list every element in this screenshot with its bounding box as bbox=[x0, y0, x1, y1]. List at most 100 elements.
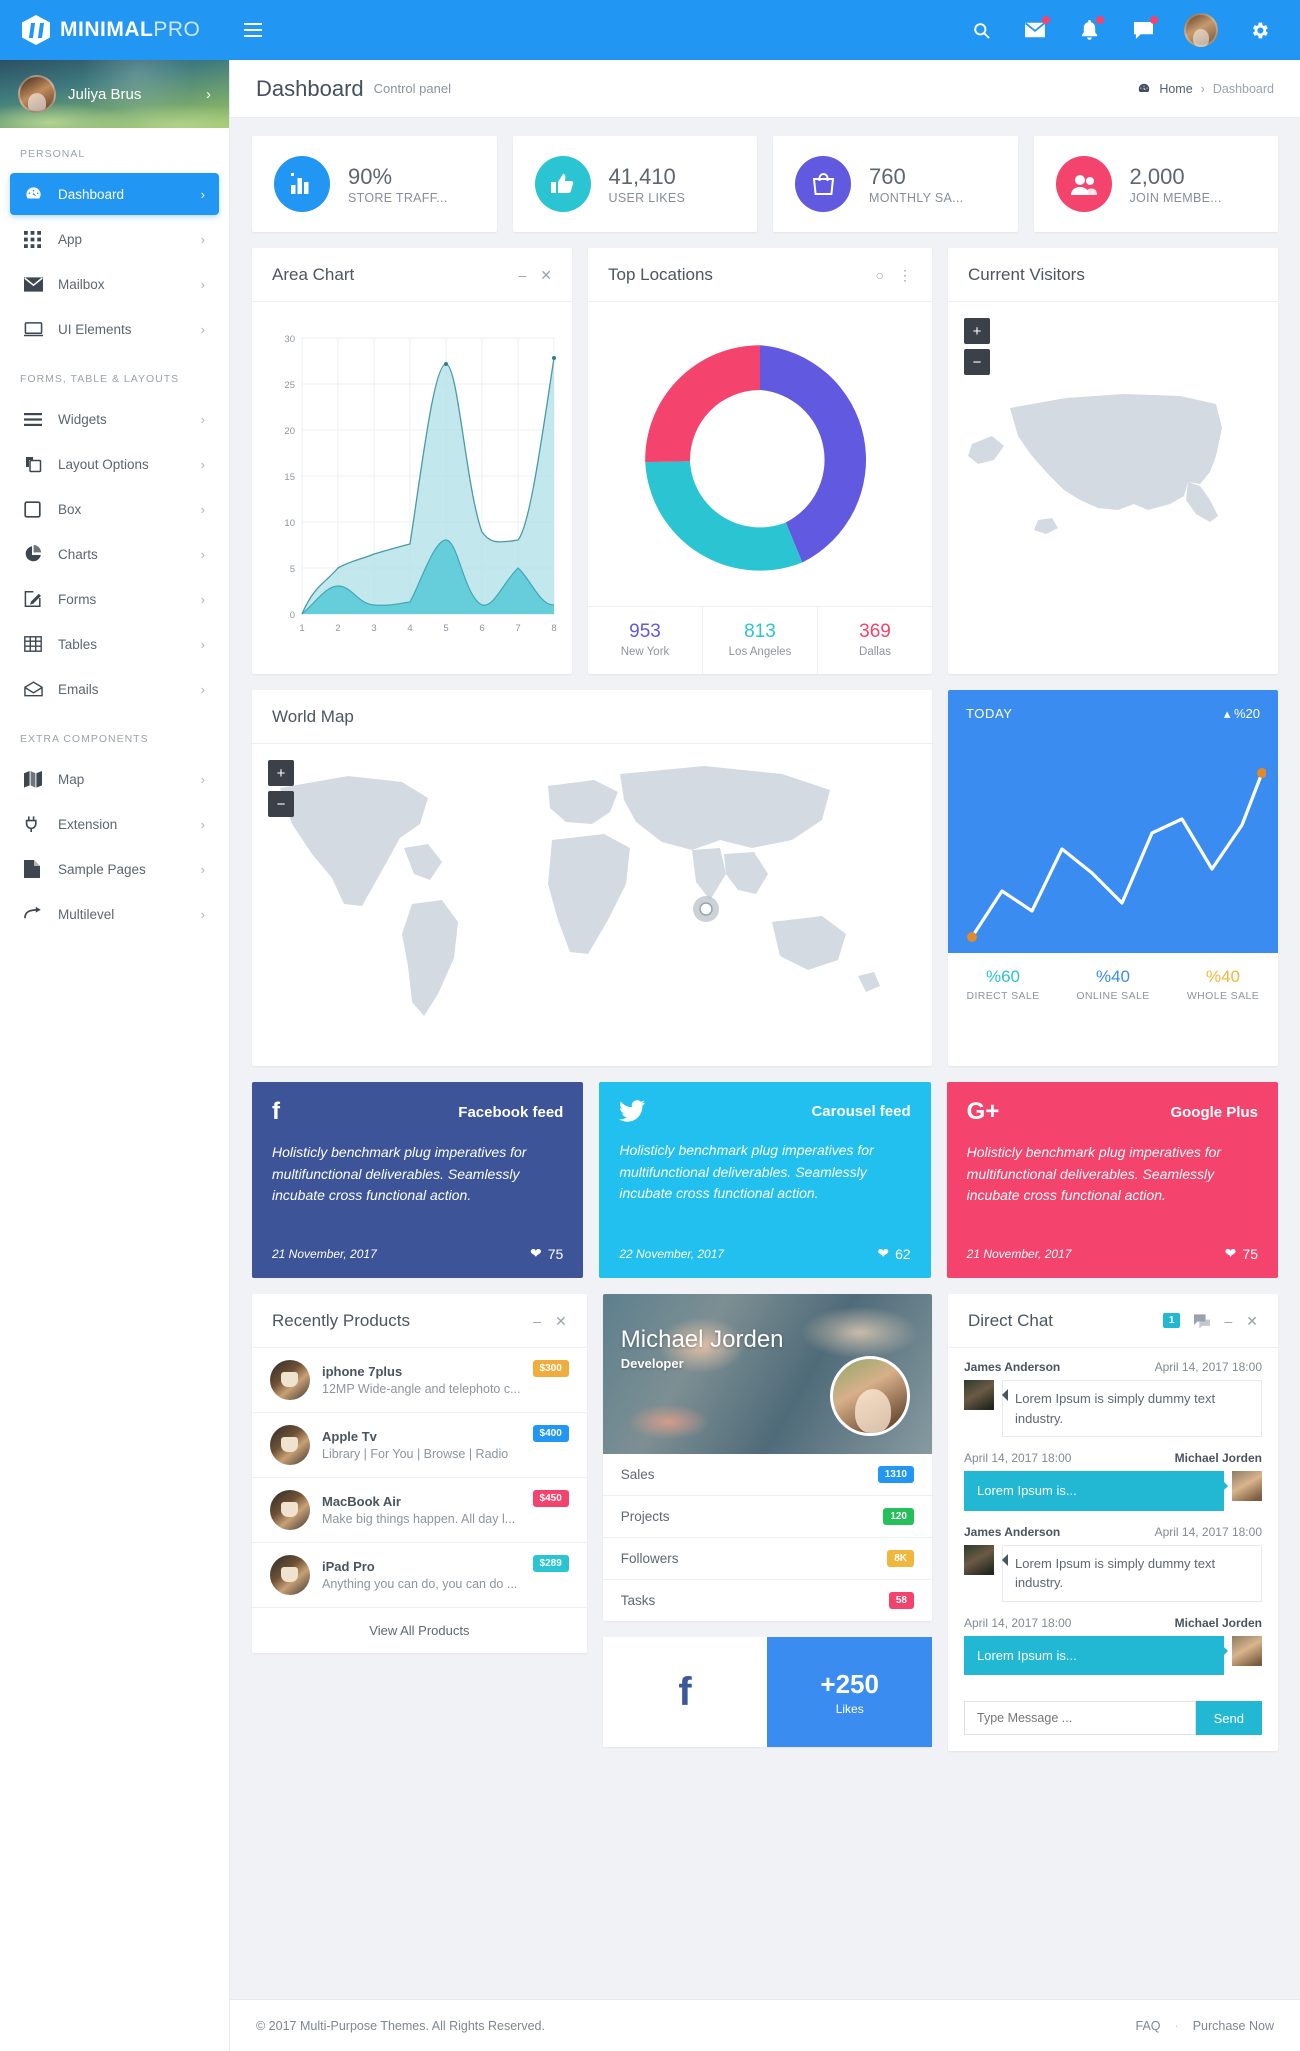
card-title: Carousel feed bbox=[811, 1102, 911, 1120]
sidebar-item-dashboard[interactable]: Dashboard › bbox=[10, 173, 219, 215]
infobox-row: 90% STORE TRAFF... 41,410 USER LIKES 760… bbox=[252, 136, 1278, 232]
topbar-actions bbox=[968, 13, 1300, 47]
chats-icon[interactable] bbox=[1194, 1313, 1211, 1328]
footer-link-faq[interactable]: FAQ bbox=[1136, 2019, 1161, 2033]
sidebar-item-widgets[interactable]: Widgets › bbox=[10, 398, 219, 440]
message-bubble: Lorem Ipsum is simply dummy text industr… bbox=[1002, 1380, 1262, 1437]
chat-message-outgoing: April 14, 2017 18:00 Michael Jorden Lore… bbox=[964, 1616, 1262, 1675]
world-map-svg[interactable] bbox=[252, 744, 912, 1054]
sidebar-item-forms[interactable]: Forms › bbox=[10, 578, 219, 620]
svg-text:4: 4 bbox=[407, 623, 412, 634]
zoom-in-button[interactable]: + bbox=[268, 760, 294, 786]
chat-message-input[interactable] bbox=[964, 1701, 1196, 1735]
sidebar-item-app[interactable]: App › bbox=[10, 218, 219, 260]
product-desc: Library | For You | Browse | Radio bbox=[322, 1447, 509, 1461]
avatar[interactable] bbox=[1184, 13, 1218, 47]
zoom-in-button[interactable]: + bbox=[964, 318, 990, 344]
card-title: World Map bbox=[272, 706, 354, 726]
sidebar-item-emails[interactable]: Emails › bbox=[10, 668, 219, 710]
mail-icon[interactable] bbox=[1022, 16, 1050, 43]
donut-chart-wrap bbox=[588, 302, 932, 606]
message-row: Lorem Ipsum is... bbox=[964, 1471, 1262, 1511]
sidebar-user-panel[interactable]: Juliya Brus › bbox=[0, 60, 229, 128]
breadcrumb: Home › Dashboard bbox=[1137, 82, 1274, 96]
product-thumbnail bbox=[270, 1425, 310, 1465]
svg-text:3: 3 bbox=[371, 623, 376, 634]
infobox-store-traffic[interactable]: 90% STORE TRAFF... bbox=[252, 136, 497, 232]
card-header: World Map bbox=[252, 690, 932, 744]
card-title: Area Chart bbox=[272, 264, 355, 284]
top-locations-card: Top Locations ○ ⋮ 953 New York 813 Los A… bbox=[588, 248, 932, 674]
sidebar-item-layout-options[interactable]: Layout Options › bbox=[10, 443, 219, 485]
sidebar-item-label: Emails bbox=[58, 681, 99, 697]
close-button[interactable]: ✕ bbox=[1246, 1314, 1258, 1328]
view-all-products-button[interactable]: View All Products bbox=[252, 1608, 587, 1653]
infobox-monthly-sales[interactable]: 760 MONTHLY SA... bbox=[773, 136, 1018, 232]
svg-text:1: 1 bbox=[299, 623, 304, 634]
sidebar-item-extension[interactable]: Extension › bbox=[10, 803, 219, 845]
sidebar-item-label: Box bbox=[58, 501, 82, 517]
more-menu-icon[interactable]: ⋮ bbox=[898, 268, 912, 282]
sidebar-item-map[interactable]: Map › bbox=[10, 758, 219, 800]
svg-text:8: 8 bbox=[551, 623, 556, 634]
breadcrumb-current: Dashboard bbox=[1212, 81, 1274, 96]
sidebar-item-ui-elements[interactable]: UI Elements › bbox=[10, 308, 219, 350]
direct-chat-card: Direct Chat 1 – ✕ James Anderson April 1… bbox=[948, 1294, 1278, 1751]
feed-likes[interactable]: ❤ 62 bbox=[877, 1245, 910, 1262]
list-item[interactable]: MacBook Air Make big things happen. All … bbox=[252, 1478, 587, 1543]
infobox-value: 760 bbox=[869, 164, 906, 190]
sidebar-item-multilevel[interactable]: Multilevel › bbox=[10, 893, 219, 935]
bell-icon[interactable] bbox=[1076, 16, 1104, 43]
brand-logo-area[interactable]: MINIMALPRO bbox=[0, 0, 230, 60]
stat-label: Projects bbox=[620, 1509, 670, 1524]
send-button[interactable]: Send bbox=[1195, 1701, 1262, 1735]
gear-icon[interactable] bbox=[1246, 17, 1272, 43]
zoom-out-button[interactable]: − bbox=[964, 349, 990, 375]
chevron-right-icon: › bbox=[200, 861, 205, 877]
chat-messages: James Anderson April 14, 2017 18:00 Lore… bbox=[948, 1348, 1278, 1675]
card-tools: – ✕ bbox=[518, 268, 552, 282]
sidebar-item-label: Dashboard bbox=[58, 186, 125, 202]
search-icon[interactable] bbox=[968, 17, 994, 43]
infobox-join-members[interactable]: 2,000 JOIN MEMBE... bbox=[1033, 136, 1278, 232]
sidebar-item-box[interactable]: Box › bbox=[10, 488, 219, 530]
chevron-right-icon: › bbox=[200, 501, 205, 517]
sidebar-item-charts[interactable]: Charts › bbox=[10, 533, 219, 575]
close-button[interactable]: ✕ bbox=[555, 1314, 567, 1328]
sidebar-toggle-button[interactable] bbox=[230, 0, 276, 60]
card-header: f Facebook feed bbox=[272, 1100, 563, 1124]
breadcrumb-home[interactable]: Home bbox=[1159, 82, 1192, 96]
card-tools: – ✕ bbox=[533, 1314, 567, 1328]
list-item[interactable]: Apple Tv Library | For You | Browse | Ra… bbox=[252, 1413, 587, 1478]
sidebar-item-sample-pages[interactable]: Sample Pages › bbox=[10, 848, 219, 890]
product-desc: Anything you can do, you can do ... bbox=[322, 1577, 518, 1591]
footer-link-purchase[interactable]: Purchase Now bbox=[1193, 2019, 1274, 2033]
chevron-right-icon: › bbox=[200, 681, 205, 697]
list-item[interactable]: iPad Pro Anything you can do, you can do… bbox=[252, 1543, 587, 1608]
brand-title: MINIMALPRO bbox=[60, 18, 200, 42]
refresh-icon[interactable]: ○ bbox=[876, 268, 884, 282]
minimize-button[interactable]: – bbox=[518, 268, 526, 282]
feed-likes[interactable]: ❤ 75 bbox=[530, 1245, 563, 1262]
infobox-user-likes[interactable]: 41,410 USER LIKES bbox=[512, 136, 757, 232]
product-name: iPad Pro bbox=[322, 1559, 375, 1574]
usa-map-svg[interactable] bbox=[948, 324, 1278, 624]
likes-label: Likes bbox=[835, 1701, 864, 1716]
minimize-button[interactable]: – bbox=[1224, 1314, 1232, 1328]
heart-icon: ❤ bbox=[530, 1245, 542, 1261]
facebook-likes-count-box[interactable]: +250 Likes bbox=[767, 1637, 933, 1747]
sidebar-item-mailbox[interactable]: Mailbox › bbox=[10, 263, 219, 305]
card-title: Top Locations bbox=[608, 264, 713, 284]
donut-chart-svg bbox=[645, 345, 867, 571]
infobox-label: STORE TRAFF... bbox=[348, 190, 448, 205]
sidebar-item-tables[interactable]: Tables › bbox=[10, 623, 219, 665]
card-header: G+ Google Plus bbox=[967, 1100, 1258, 1124]
sidebar-item-label: Layout Options bbox=[58, 456, 149, 472]
list-item[interactable]: iphone 7plus 12MP Wide-angle and telepho… bbox=[252, 1348, 587, 1413]
close-button[interactable]: ✕ bbox=[540, 268, 552, 282]
feed-likes[interactable]: ❤ 75 bbox=[1225, 1245, 1258, 1262]
sidebar-heading-extra: EXTRA COMPONENTS bbox=[20, 733, 149, 745]
minimize-button[interactable]: – bbox=[533, 1314, 541, 1328]
zoom-out-button[interactable]: − bbox=[268, 791, 294, 817]
chat-icon[interactable] bbox=[1130, 16, 1158, 43]
